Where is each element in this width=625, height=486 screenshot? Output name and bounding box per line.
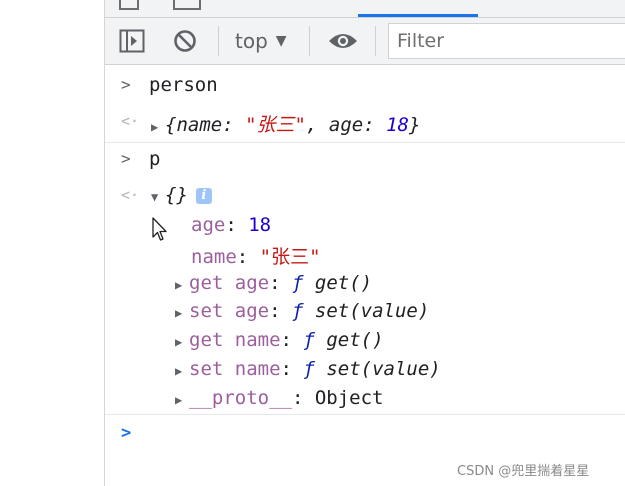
expand-triangle-icon[interactable]: ▶ [175,335,189,349]
clear-console-icon [174,30,196,52]
entry-divider [105,142,625,143]
live-expression-button[interactable] [327,27,359,55]
entry-divider [105,414,625,415]
result-arrow-icon: <· [121,186,140,204]
expand-triangle-icon[interactable]: ▶ [175,306,189,320]
toolbar-separator [375,26,376,56]
expand-triangle-icon[interactable]: ▶ [175,364,189,378]
sidebar-toggle-icon [119,29,145,53]
input-prompt-icon: > [121,75,131,94]
console-input-text: p [149,148,161,170]
prop-name-value: "张三" [245,114,306,136]
active-tab-indicator [358,14,478,17]
panel-tabstrip [105,0,625,18]
prop-age-value: 18 [386,114,409,136]
chevron-down-icon: ▼ [275,33,287,49]
context-label: top [235,29,268,53]
mouse-cursor-icon [152,217,168,247]
result-arrow-icon: <· [121,112,140,130]
tab-icon-left[interactable] [119,0,139,10]
console-input-text: person [149,74,218,96]
info-icon[interactable]: i [195,188,212,204]
prop-age-key: age [328,114,364,136]
expand-triangle-icon[interactable]: ▶ [151,120,165,134]
toolbar-separator [309,26,310,56]
clear-console-button[interactable] [171,27,199,55]
left-gutter [0,0,105,486]
eye-icon [329,34,357,48]
expand-triangle-icon[interactable]: ▶ [175,393,189,407]
console-toolbar: top ▼ Filter [105,18,625,65]
tab-icon-right[interactable] [173,0,201,10]
watermark-text: CSDN @兜里揣着星星 [457,464,590,479]
toolbar-separator [218,26,219,56]
expand-triangle-icon[interactable]: ▶ [175,278,189,292]
prop-name-key: name [176,114,223,136]
input-prompt-icon: > [121,149,131,168]
filter-placeholder: Filter [397,30,445,52]
filter-input[interactable]: Filter [388,23,625,59]
devtools-panel: top ▼ Filter > person <· ▶ {name: "张三", a… [105,0,625,486]
object-preview: {} [165,184,188,206]
sidebar-toggle-button[interactable] [118,27,146,55]
context-selector[interactable]: top ▼ [235,28,287,54]
collapse-triangle-icon[interactable]: ▼ [151,190,165,204]
console-prompt-icon[interactable]: > [121,423,131,443]
